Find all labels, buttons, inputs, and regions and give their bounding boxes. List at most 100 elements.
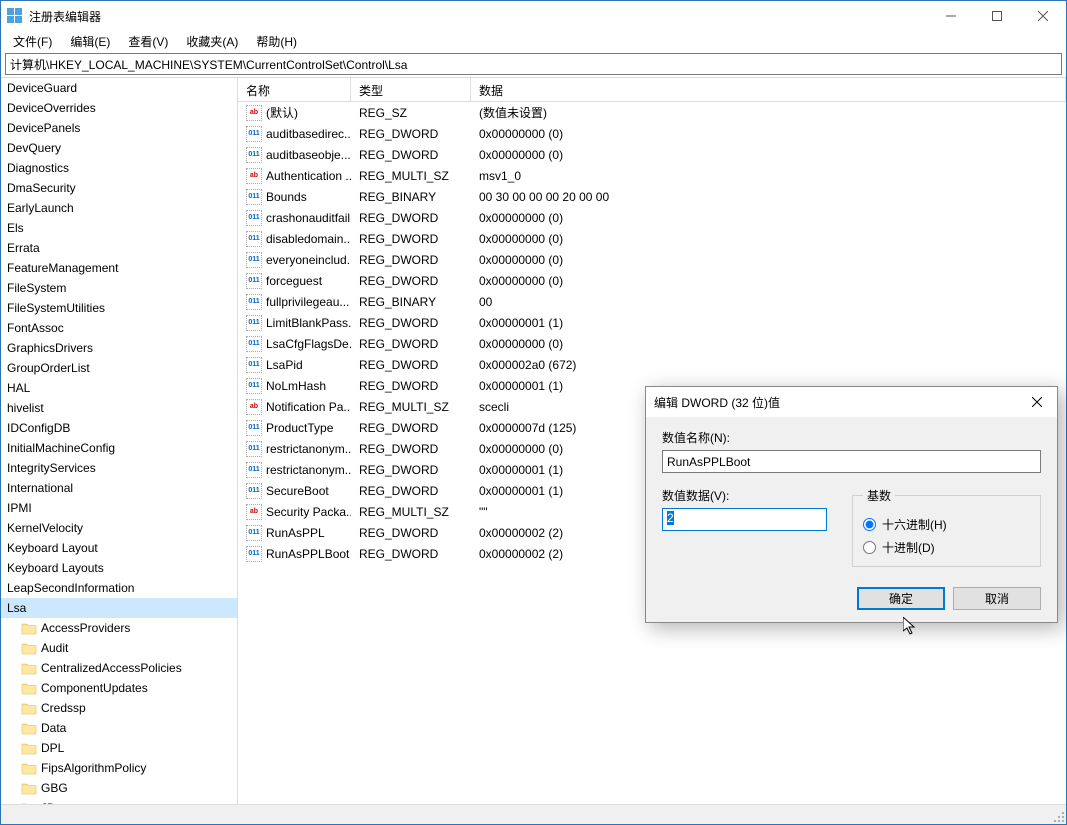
maximize-button[interactable] <box>974 1 1020 31</box>
list-header: 名称 类型 数据 <box>238 78 1066 102</box>
statusbar <box>1 804 1066 824</box>
tree-item[interactable]: LeapSecondInformation <box>1 578 237 598</box>
value-name: restrictanonym... <box>266 463 351 477</box>
tree-item-label: InitialMachineConfig <box>7 441 115 455</box>
tree-item[interactable]: FipsAlgorithmPolicy <box>1 758 237 778</box>
list-row[interactable]: 011LsaPidREG_DWORD0x000002a0 (672) <box>238 354 1066 375</box>
tree-item[interactable]: JD <box>1 798 237 804</box>
value-name: LimitBlankPass... <box>266 316 351 330</box>
tree-item[interactable]: KernelVelocity <box>1 518 237 538</box>
binary-value-icon: 011 <box>246 126 262 142</box>
cancel-button[interactable]: 取消 <box>953 587 1041 610</box>
tree-item-label: hivelist <box>7 401 44 415</box>
list-row[interactable]: 011auditbaseobje...REG_DWORD0x00000000 (… <box>238 144 1066 165</box>
tree-item[interactable]: Keyboard Layouts <box>1 558 237 578</box>
list-row[interactable]: 011fullprivilegeau...REG_BINARY00 <box>238 291 1066 312</box>
tree-item[interactable]: DeviceOverrides <box>1 98 237 118</box>
tree-item[interactable]: FeatureManagement <box>1 258 237 278</box>
list-row[interactable]: abAuthentication ...REG_MULTI_SZmsv1_0 <box>238 165 1066 186</box>
tree-view[interactable]: DeviceGuardDeviceOverrides DevicePanels De… <box>1 78 238 804</box>
value-data: (数值未设置) <box>471 104 1066 121</box>
tree-item[interactable]: Els <box>1 218 237 238</box>
list-row[interactable]: 011BoundsREG_BINARY00 30 00 00 00 20 00 … <box>238 186 1066 207</box>
tree-item[interactable]: Audit <box>1 638 237 658</box>
tree-item[interactable]: DevQuery <box>1 138 237 158</box>
tree-item[interactable]: AccessProviders <box>1 618 237 638</box>
tree-item[interactable]: IPMI <box>1 498 237 518</box>
tree-item[interactable]: IDConfigDB <box>1 418 237 438</box>
value-type: REG_MULTI_SZ <box>351 400 471 414</box>
menu-item[interactable]: 帮助(H) <box>248 31 305 52</box>
list-row[interactable]: 011LimitBlankPass...REG_DWORD0x00000001 … <box>238 312 1066 333</box>
tree-item[interactable]: ComponentUpdates <box>1 678 237 698</box>
titlebar[interactable]: 注册表编辑器 <box>1 1 1066 31</box>
tree-item[interactable]: Keyboard Layout <box>1 538 237 558</box>
tree-item[interactable]: Errata <box>1 238 237 258</box>
tree-item[interactable]: IntegrityServices <box>1 458 237 478</box>
tree-item-label: ComponentUpdates <box>41 681 148 695</box>
value-data: 00 <box>471 295 1066 309</box>
tree-item[interactable]: DevicePanels <box>1 118 237 138</box>
col-type[interactable]: 类型 <box>351 78 471 101</box>
value-name-input[interactable] <box>662 450 1041 473</box>
tree-item[interactable]: International <box>1 478 237 498</box>
list-row[interactable]: 011crashonauditfailREG_DWORD0x00000000 (… <box>238 207 1066 228</box>
tree-item-label: DevicePanels <box>7 121 80 135</box>
close-button[interactable] <box>1020 1 1066 31</box>
value-type: REG_DWORD <box>351 484 471 498</box>
tree-item[interactable]: FontAssoc <box>1 318 237 338</box>
menu-item[interactable]: 收藏夹(A) <box>178 31 246 52</box>
dialog-titlebar[interactable]: 编辑 DWORD (32 位)值 <box>646 387 1057 417</box>
binary-value-icon: 011 <box>246 294 262 310</box>
tree-item-label: Keyboard Layouts <box>7 561 104 575</box>
address-bar[interactable]: 计算机\HKEY_LOCAL_MACHINE\SYSTEM\CurrentCon… <box>5 53 1062 75</box>
value-name: RunAsPPLBoot <box>266 547 349 561</box>
tree-item[interactable]: CentralizedAccessPolicies <box>1 658 237 678</box>
ok-button[interactable]: 确定 <box>857 587 945 610</box>
list-row[interactable]: 011disabledomain...REG_DWORD0x00000000 (… <box>238 228 1066 249</box>
tree-item[interactable]: Data <box>1 718 237 738</box>
binary-value-icon: 011 <box>246 252 262 268</box>
tree-item[interactable]: DmaSecurity <box>1 178 237 198</box>
list-row[interactable]: 011everyoneinclud...REG_DWORD0x00000000 … <box>238 249 1066 270</box>
value-type: REG_MULTI_SZ <box>351 169 471 183</box>
minimize-button[interactable] <box>928 1 974 31</box>
tree-item[interactable]: hivelist <box>1 398 237 418</box>
tree-item[interactable]: Diagnostics <box>1 158 237 178</box>
tree-item-label: Errata <box>7 241 40 255</box>
tree-item[interactable]: FileSystem <box>1 278 237 298</box>
tree-item[interactable]: FileSystemUtilities <box>1 298 237 318</box>
tree-item-label: International <box>7 481 73 495</box>
list-row[interactable]: 011forceguestREG_DWORD0x00000000 (0) <box>238 270 1066 291</box>
tree-item-label: KernelVelocity <box>7 521 83 535</box>
value-data-input[interactable]: 2 <box>662 508 827 531</box>
menu-item[interactable]: 文件(F) <box>5 31 60 52</box>
tree-item[interactable]: Lsa <box>1 598 237 618</box>
tree-item[interactable]: GBG <box>1 778 237 798</box>
radio-dec[interactable]: 十进制(D) <box>863 539 1030 556</box>
dialog-close-button[interactable] <box>1017 387 1057 417</box>
list-row[interactable]: 011auditbasedirec...REG_DWORD0x00000000 … <box>238 123 1066 144</box>
value-data: 0x00000000 (0) <box>471 337 1066 351</box>
list-row[interactable]: 011LsaCfgFlagsDe...REG_DWORD0x00000000 (… <box>238 333 1066 354</box>
tree-item[interactable]: HAL <box>1 378 237 398</box>
tree-item[interactable]: EarlyLaunch <box>1 198 237 218</box>
value-type: REG_DWORD <box>351 127 471 141</box>
list-row[interactable]: ab(默认)REG_SZ(数值未设置) <box>238 102 1066 123</box>
menu-item[interactable]: 查看(V) <box>120 31 176 52</box>
tree-item-label: Keyboard Layout <box>7 541 98 555</box>
resize-grip-icon[interactable] <box>1053 811 1065 823</box>
menu-item[interactable]: 编辑(E) <box>62 31 118 52</box>
tree-item[interactable]: DPL <box>1 738 237 758</box>
col-name[interactable]: 名称 <box>238 78 351 101</box>
window-title: 注册表编辑器 <box>29 8 928 25</box>
tree-item-label: FileSystem <box>7 281 66 295</box>
tree-item[interactable]: GraphicsDrivers <box>1 338 237 358</box>
tree-item[interactable]: Credssp <box>1 698 237 718</box>
radio-hex[interactable]: 十六进制(H) <box>863 516 1030 533</box>
tree-item[interactable]: InitialMachineConfig <box>1 438 237 458</box>
col-data[interactable]: 数据 <box>471 78 1066 101</box>
value-name: crashonauditfail <box>266 211 350 225</box>
tree-item[interactable]: DeviceGuard <box>1 78 237 98</box>
tree-item[interactable]: GroupOrderList <box>1 358 237 378</box>
